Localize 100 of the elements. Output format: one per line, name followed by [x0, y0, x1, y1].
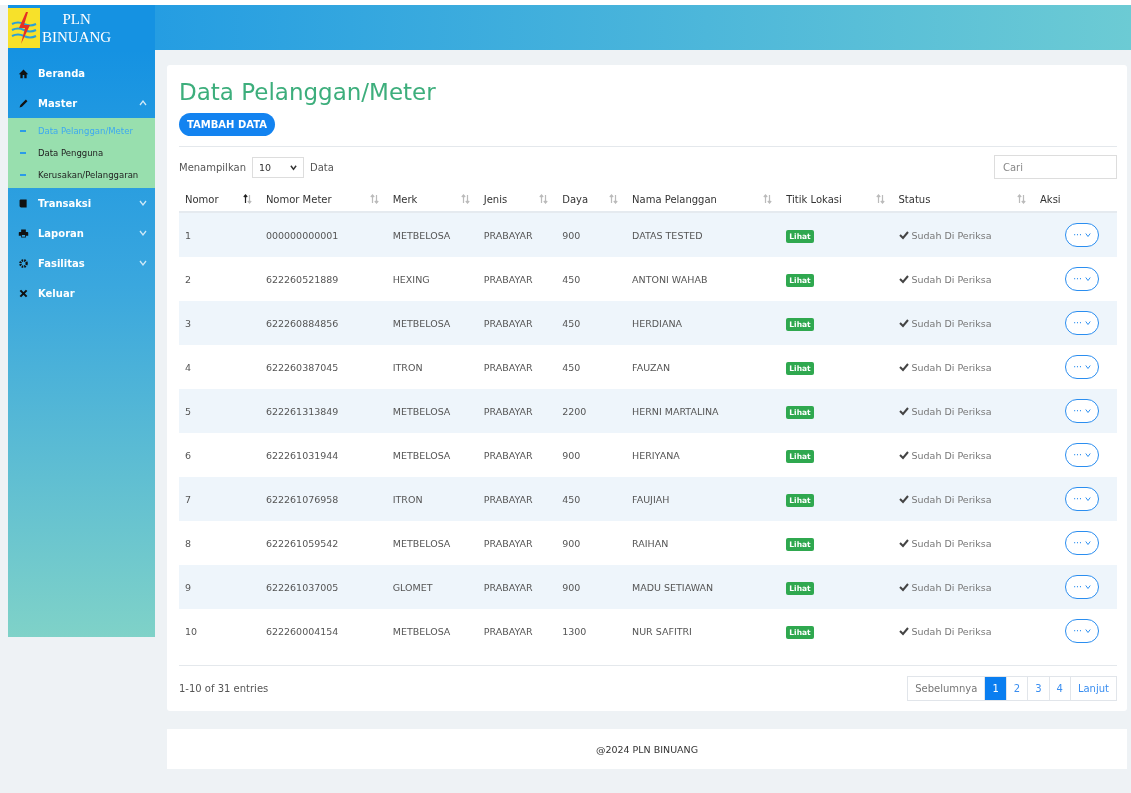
table-cell: 1 [179, 212, 260, 257]
table-cell: ITRON [386, 345, 478, 389]
action-dropdown[interactable]: ··· [1065, 531, 1099, 555]
chevron-icon [139, 259, 147, 267]
table-cell: DATAS TESTED [626, 212, 781, 257]
action-dropdown[interactable]: ··· [1065, 267, 1099, 291]
status-text: Sudah Di Periksa [911, 229, 992, 241]
table-cell: 622261313849 [259, 389, 387, 433]
column-header[interactable]: Titik Lokasi [786, 193, 842, 205]
action-dropdown[interactable]: ··· [1065, 399, 1099, 423]
status-text: Sudah Di Periksa [911, 405, 992, 417]
page-button[interactable]: 1 [984, 677, 1006, 700]
table-cell: 8 [179, 521, 260, 565]
action-dropdown[interactable]: ··· [1065, 223, 1099, 247]
table-cell: PRABAYAR [477, 257, 557, 301]
column-header[interactable]: Nama Pelanggan [632, 193, 717, 205]
brand-name: PLN BINUANG [42, 9, 112, 46]
table-cell: METBELOSA [386, 301, 478, 345]
check-icon [898, 406, 909, 416]
table-cell: 900 [556, 433, 627, 477]
table-cell: PRABAYAR [477, 433, 557, 477]
chevron-icon [139, 199, 147, 207]
page-size-select[interactable]: 10 [252, 156, 304, 178]
table-cell: ANTONI WAHAB [626, 257, 781, 301]
action-dropdown[interactable]: ··· [1065, 355, 1099, 379]
caret-icon [1084, 540, 1091, 546]
submenu-item[interactable]: Kerusakan/Pelanggaran [8, 164, 155, 186]
sidebar-item[interactable]: Laporan [8, 218, 155, 248]
column-header[interactable]: Aksi [1040, 193, 1061, 205]
status-text: Sudah Di Periksa [911, 317, 992, 329]
logo-icon [8, 7, 40, 48]
action-dropdown[interactable]: ··· [1065, 311, 1099, 335]
check-icon [898, 582, 909, 592]
column-header[interactable]: Jenis [483, 193, 508, 205]
table-cell: RAIHAN [626, 521, 781, 565]
show-suffix: Data [310, 161, 334, 173]
table-cell: FAUZAN [626, 345, 781, 389]
table-cell: MADU SETIAWAN [626, 565, 781, 609]
action-dropdown[interactable]: ··· [1065, 487, 1099, 511]
column-header[interactable]: Status [898, 193, 931, 205]
status-text: Sudah Di Periksa [911, 273, 992, 285]
sidebar-item[interactable]: Beranda [8, 58, 155, 88]
table-cell: METBELOSA [386, 389, 478, 433]
sidebar-item[interactable]: Transaksi [8, 188, 155, 218]
home-icon [18, 67, 29, 79]
table-cell: METBELOSA [386, 433, 478, 477]
column-header[interactable]: Nomor [185, 193, 219, 205]
action-dropdown[interactable]: ··· [1065, 619, 1099, 643]
caret-icon [1084, 452, 1091, 458]
table-cell: FAUJIAH [626, 477, 781, 521]
close-icon [18, 287, 29, 299]
table-cell: HERNI MARTALINA [626, 389, 781, 433]
check-icon [898, 450, 909, 460]
column-header[interactable]: Nomor Meter [265, 193, 332, 205]
table-cell: 450 [556, 301, 627, 345]
page-title: Data Pelanggan/Meter [179, 79, 437, 105]
table-cell: 622260884856 [259, 301, 387, 345]
entries-info: 1-10 of 31 entries [179, 683, 269, 694]
caret-icon [1084, 408, 1091, 414]
sidebar-item[interactable]: Master [8, 88, 155, 118]
action-dropdown[interactable]: ··· [1065, 575, 1099, 599]
column-header[interactable]: Merk [392, 193, 418, 205]
table-cell: 900 [556, 521, 627, 565]
table-cell: HEXING [386, 257, 478, 301]
printer-icon [18, 227, 29, 239]
submenu-item[interactable]: Data Pengguna [8, 142, 155, 164]
action-dropdown[interactable]: ··· [1065, 443, 1099, 467]
check-icon [898, 230, 909, 240]
search-field[interactable]: Cari [994, 155, 1117, 179]
chevron-icon [139, 99, 147, 107]
check-icon [898, 494, 909, 504]
table-cell: PRABAYAR [477, 301, 557, 345]
table-cell: 622260521889 [259, 257, 387, 301]
caret-icon [1084, 584, 1091, 590]
status-text: Sudah Di Periksa [911, 581, 992, 593]
sidebar-item[interactable]: Fasilitas [8, 248, 155, 278]
table-cell: 450 [556, 477, 627, 521]
show-label: Menampilkan [179, 161, 246, 173]
table-cell: 4 [179, 345, 260, 389]
check-icon [898, 274, 909, 284]
table-cell: 900 [556, 565, 627, 609]
check-icon [898, 538, 909, 548]
table-cell: PRABAYAR [477, 609, 557, 653]
sidebar-item[interactable]: Keluar [8, 278, 155, 308]
add-button[interactable]: TAMBAH DATA [179, 113, 275, 136]
table-cell: METBELOSA [386, 609, 478, 653]
caret-icon [290, 163, 297, 171]
table-cell: PRABAYAR [477, 521, 557, 565]
table-cell: 622261037005 [259, 565, 387, 609]
table-cell: 10 [179, 609, 260, 653]
book-icon [18, 197, 29, 209]
status-text: Sudah Di Periksa [911, 449, 992, 461]
table-cell: 2 [179, 257, 260, 301]
column-header[interactable]: Daya [562, 193, 589, 205]
table-cell: PRABAYAR [477, 389, 557, 433]
caret-icon [1084, 628, 1091, 634]
table-cell: HERDIANA [626, 301, 781, 345]
sort-icon[interactable] [242, 194, 252, 204]
table-cell: 622261059542 [259, 521, 387, 565]
status-text: Sudah Di Periksa [911, 537, 992, 549]
